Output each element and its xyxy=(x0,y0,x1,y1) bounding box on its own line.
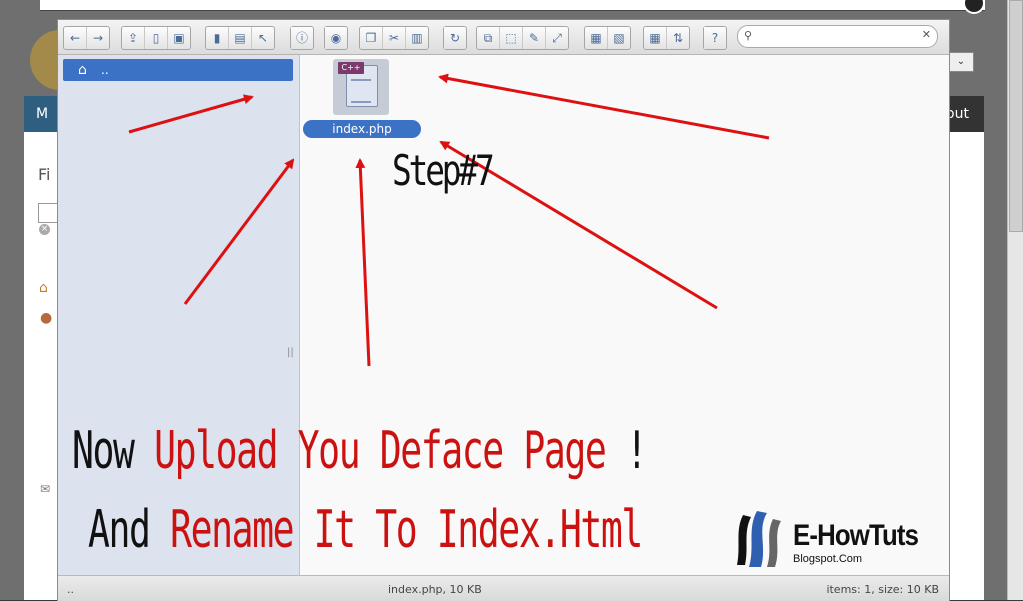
page-scrollbar-thumb[interactable] xyxy=(1009,0,1023,232)
view-grid-icon[interactable]: ▦ xyxy=(644,27,666,49)
brand-name: E-HowTuts xyxy=(793,519,919,552)
select-icon[interactable]: ⬚ xyxy=(500,27,522,49)
new-file-icon[interactable]: ▯ xyxy=(145,27,167,49)
brand-watermark: E-HowTuts Blogspot.Com xyxy=(733,505,933,571)
folder-tree-sidebar: ⌂ .. || xyxy=(58,55,300,575)
file-name-label[interactable]: index.php xyxy=(303,120,421,138)
info-icon[interactable]: ⓘ xyxy=(291,27,313,49)
search-icon: ⚲ xyxy=(744,29,753,42)
toolbar-group-help: ? xyxy=(703,26,727,50)
save-icon[interactable]: ▣ xyxy=(168,27,190,49)
user-icon[interactable]: ● xyxy=(40,310,52,326)
copy-pane-icon[interactable]: ▮ xyxy=(206,27,228,49)
view-sort-icon[interactable]: ⇅ xyxy=(667,27,689,49)
resize-icon[interactable]: ⤢ xyxy=(546,27,568,49)
toolbar-group-refresh: ↻ xyxy=(443,26,467,50)
brand-sub: Blogspot.Com xyxy=(793,553,863,565)
background-heading: Fi xyxy=(38,165,51,184)
toolbar-group-clipboard: ❐ ✂ ▥ xyxy=(359,26,429,50)
tree-item-root[interactable]: ⌂ .. xyxy=(63,59,293,81)
cpp-file-icon: C++ xyxy=(333,59,389,115)
document-lines xyxy=(351,79,371,103)
instruction-line-1-black: Now xyxy=(72,421,155,481)
file-type-tag: C++ xyxy=(338,62,364,74)
pointer-icon[interactable]: ↖ xyxy=(252,27,274,49)
home-icon: ⌂ xyxy=(78,62,87,78)
help-icon[interactable]: ? xyxy=(704,27,726,49)
upload-icon[interactable]: ⇪ xyxy=(122,27,144,49)
file-list-area: C++ index.php xyxy=(300,55,949,575)
nav-item-logout[interactable]: out xyxy=(946,96,984,132)
toolbar-group-preview: ◉ xyxy=(324,26,348,50)
disk-icon[interactable]: ▤ xyxy=(229,27,251,49)
status-bar: .. index.php, 10 KB items: 1, size: 10 K… xyxy=(58,575,949,601)
tree-item-label: .. xyxy=(101,63,109,77)
instruction-line-1: Now Upload You Deface Page ! xyxy=(72,421,648,481)
archive-icon[interactable]: ▦ xyxy=(585,27,607,49)
instruction-line-1-red: Upload You Deface Page xyxy=(154,421,607,481)
instruction-line-2-red: Rename It To Index.Html xyxy=(170,500,643,560)
clear-search-icon[interactable]: ✕ xyxy=(922,28,931,41)
status-selection: index.php, 10 KB xyxy=(388,583,482,596)
status-summary: items: 1, size: 10 KB xyxy=(826,583,939,596)
search-box: ⚲ ✕ xyxy=(737,25,938,48)
toolbar-group-info: ⓘ xyxy=(290,26,314,50)
eye-icon[interactable]: ◉ xyxy=(325,27,347,49)
extract-icon[interactable]: ▧ xyxy=(608,27,630,49)
house-icon[interactable]: ⌂ xyxy=(39,280,48,296)
toolbar-group-view: ▮ ▤ ↖ xyxy=(205,26,275,50)
refresh-file-icon[interactable]: ↻ xyxy=(444,27,466,49)
copy-icon[interactable]: ⧉ xyxy=(477,27,499,49)
mail-icon[interactable]: ✉ xyxy=(40,482,50,496)
toolbar-group-edit: ⧉ ⬚ ✎ ⤢ xyxy=(476,26,569,50)
edit-icon[interactable]: ✎ xyxy=(523,27,545,49)
status-path: .. xyxy=(67,583,74,596)
paste-icon[interactable]: ▥ xyxy=(406,27,428,49)
arrow-left-icon[interactable]: ← xyxy=(64,27,86,49)
nav-item-left[interactable]: M xyxy=(24,96,60,132)
instruction-line-2: And Rename It To Index.Html xyxy=(88,500,643,560)
background-top-bar xyxy=(40,0,985,11)
sidebar-resize-handle[interactable]: || xyxy=(287,347,294,358)
file-item[interactable]: C++ index.php xyxy=(302,57,422,138)
toolbar-group-navigation: ← → xyxy=(63,26,110,50)
toolbar: ← → ⇪ ▯ ▣ ▮ ▤ ↖ ⓘ ◉ ❐ ✂ ▥ ↻ ⧉ ⬚ ✎ ⤢ ▦ ▧ … xyxy=(58,20,949,55)
instruction-line-1-tail: ! xyxy=(605,421,648,481)
arrow-right-icon[interactable]: → xyxy=(87,27,109,49)
search-input[interactable] xyxy=(756,28,920,45)
brand-logo-icon xyxy=(737,511,781,567)
background-select[interactable]: ⌄ xyxy=(948,52,974,72)
toolbar-group-archive: ▦ ▧ xyxy=(584,26,631,50)
instruction-line-2-black: And xyxy=(88,500,171,560)
x-circle-icon[interactable]: × xyxy=(39,224,50,235)
toolbar-group-layout: ▦ ⇅ xyxy=(643,26,690,50)
duplicate-icon[interactable]: ❐ xyxy=(360,27,382,49)
toolbar-group-file: ⇪ ▯ ▣ xyxy=(121,26,191,50)
cut-icon[interactable]: ✂ xyxy=(383,27,405,49)
step-label: Step#7 xyxy=(392,146,495,195)
